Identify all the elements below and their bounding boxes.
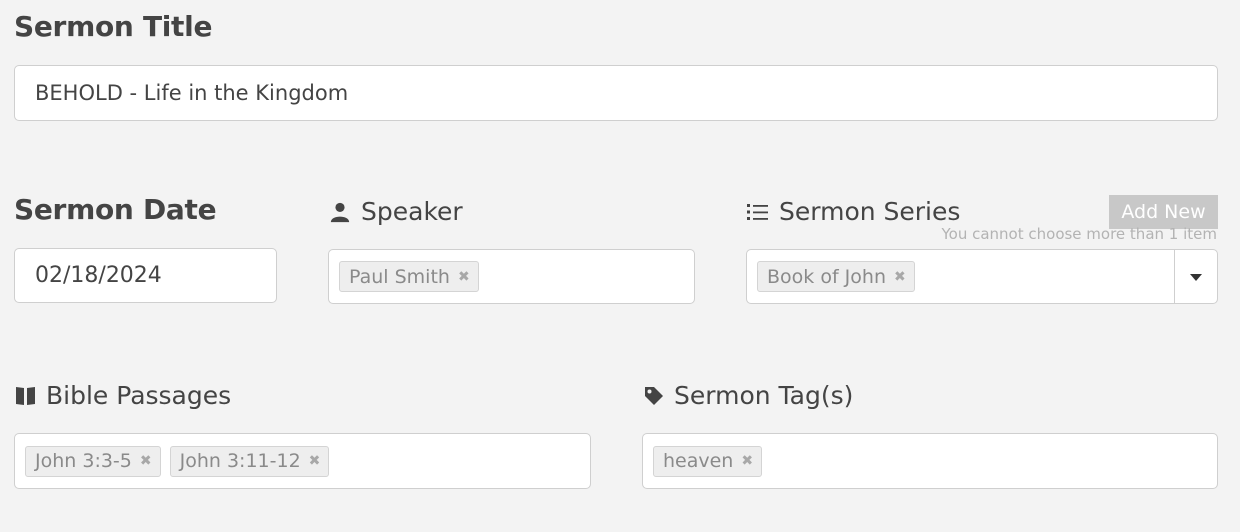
sermon-series-label: Sermon Series bbox=[747, 197, 960, 226]
book-icon bbox=[15, 385, 36, 407]
sermon-date-input[interactable] bbox=[14, 248, 277, 303]
series-dropdown-toggle[interactable] bbox=[1174, 250, 1217, 303]
series-tag-chip: Book of John ✖ bbox=[757, 261, 915, 292]
sermon-tag-chip: heaven ✖ bbox=[653, 445, 763, 477]
remove-tag-icon[interactable]: ✖ bbox=[741, 453, 753, 469]
tag-chip-label: John 3:3-5 bbox=[35, 450, 132, 472]
sermon-series-label-text: Sermon Series bbox=[779, 197, 961, 226]
sermon-tags-tag-field[interactable]: heaven ✖ bbox=[642, 433, 1218, 489]
tag-chip-label: Book of John bbox=[767, 265, 886, 288]
tag-chip-label: Paul Smith bbox=[349, 265, 450, 288]
sermon-tags-label: Sermon Tag(s) bbox=[643, 381, 853, 410]
bible-passages-label-text: Bible Passages bbox=[46, 381, 232, 410]
caret-down-icon bbox=[1190, 267, 1202, 286]
series-limit-note: You cannot choose more than 1 item bbox=[941, 225, 1217, 243]
passage-tag-chip: John 3:11-12 ✖ bbox=[169, 445, 330, 477]
passage-tag-chip: John 3:3-5 ✖ bbox=[25, 445, 161, 477]
tag-chip-label: John 3:11-12 bbox=[179, 450, 301, 472]
speaker-tag-chip: Paul Smith ✖ bbox=[339, 261, 479, 292]
remove-tag-icon[interactable]: ✖ bbox=[309, 453, 321, 469]
list-icon bbox=[747, 202, 769, 222]
sermon-tags-label-text: Sermon Tag(s) bbox=[674, 381, 854, 410]
sermon-date-heading: Sermon Date bbox=[14, 193, 217, 226]
add-new-series-button[interactable]: Add New bbox=[1109, 195, 1218, 229]
speaker-label: Speaker bbox=[329, 197, 463, 226]
tag-chip-label: heaven bbox=[663, 450, 734, 472]
tag-icon bbox=[643, 385, 664, 406]
sermon-title-input[interactable] bbox=[14, 65, 1218, 121]
sermon-title-heading: Sermon Title bbox=[14, 10, 213, 43]
speaker-tag-field[interactable]: Paul Smith ✖ bbox=[328, 249, 695, 304]
sermon-series-select[interactable]: Book of John ✖ bbox=[746, 249, 1218, 304]
remove-tag-icon[interactable]: ✖ bbox=[140, 453, 152, 469]
bible-passages-label: Bible Passages bbox=[15, 381, 231, 410]
person-icon bbox=[329, 201, 351, 223]
remove-tag-icon[interactable]: ✖ bbox=[458, 269, 470, 285]
bible-passages-tag-field[interactable]: John 3:3-5 ✖ John 3:11-12 ✖ bbox=[14, 433, 591, 489]
remove-tag-icon[interactable]: ✖ bbox=[894, 269, 906, 285]
speaker-label-text: Speaker bbox=[361, 197, 463, 226]
